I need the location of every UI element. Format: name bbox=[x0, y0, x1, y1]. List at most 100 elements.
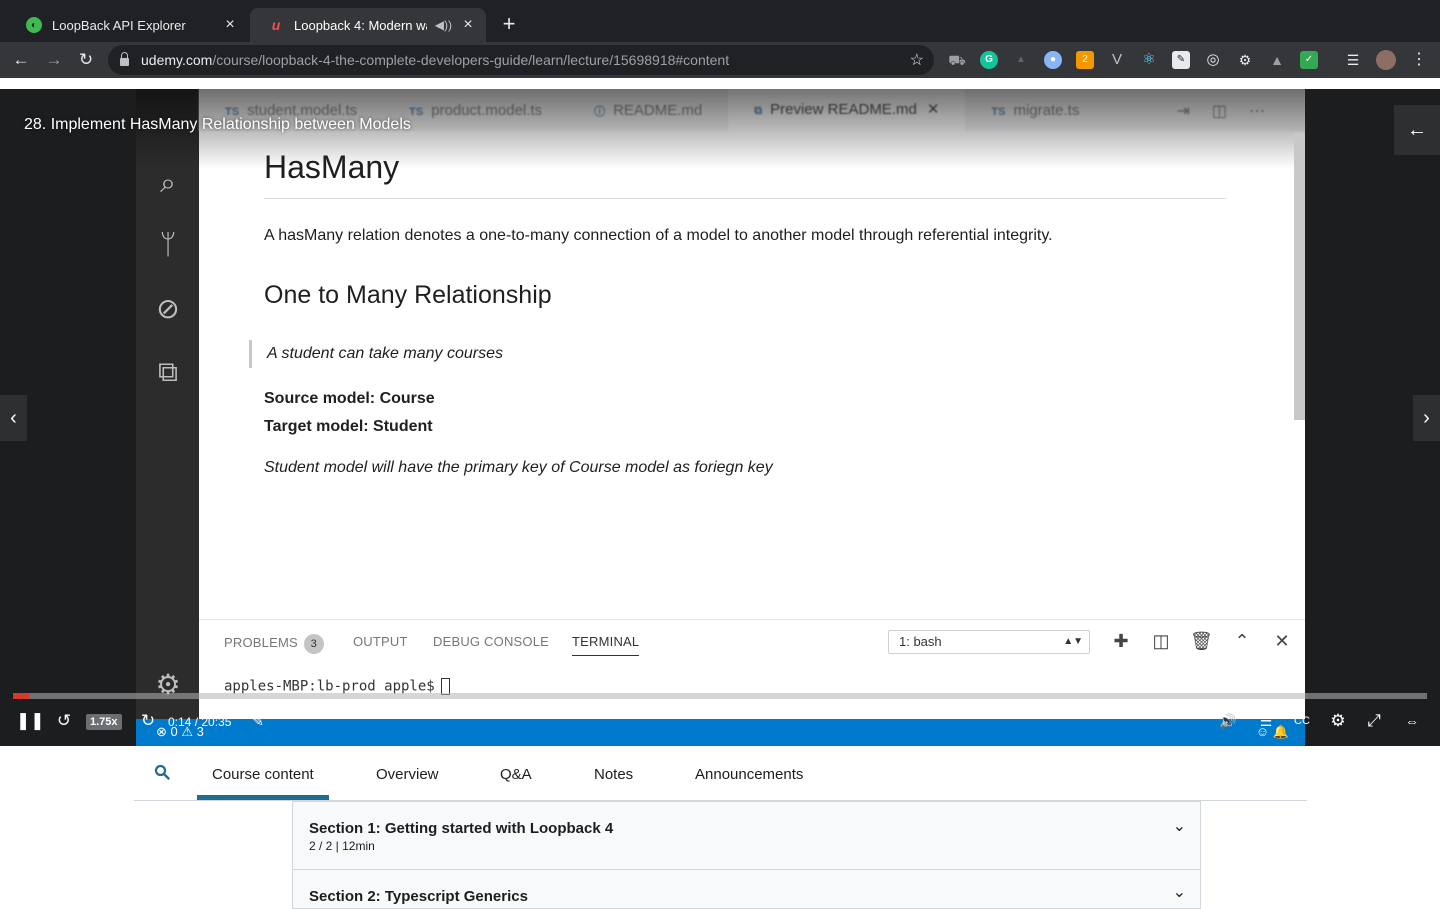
browser-toolbar: ← → ↻ udemy.com/course/loopback-4-the-co… bbox=[0, 42, 1440, 78]
vscode-activity-bar: ⌕ ᛘ ⊘ ⧉ ⚙ bbox=[136, 89, 199, 746]
markdown-preview: HasMany A hasMany relation denotes a one… bbox=[249, 149, 1226, 477]
progress-fill bbox=[13, 693, 29, 699]
editor-tab-active: ⧉ Preview README.md ✕ bbox=[728, 89, 966, 131]
browser-tab-bar: ◐ LoopBack API Explorer × u Loopback 4: … bbox=[0, 0, 1440, 42]
tab-course-content[interactable]: Course content bbox=[212, 766, 314, 783]
course-tabs: Course content Overview Q&A Notes Announ… bbox=[134, 746, 1307, 801]
section-meta: 2 / 2 | 12min bbox=[309, 839, 375, 853]
panel-tab-terminal: TERMINAL bbox=[572, 634, 640, 656]
terminal-select: 1: bash ▲▼ bbox=[888, 630, 1090, 654]
tab-overview[interactable]: Overview bbox=[376, 766, 439, 783]
chevron-down-icon[interactable]: ⌄ bbox=[1173, 882, 1186, 902]
pause-button[interactable]: ❚❚ bbox=[16, 707, 45, 735]
back-icon[interactable]: ← bbox=[10, 49, 32, 71]
source-control-icon: ᛘ bbox=[159, 229, 177, 260]
tab-title: Loopback 4: Modern ways bbox=[294, 17, 427, 33]
tab-qa[interactable]: Q&A bbox=[500, 766, 532, 783]
plus-icon: ✚ bbox=[1113, 631, 1129, 651]
reload-icon[interactable]: ↻ bbox=[75, 49, 97, 71]
address-bar[interactable]: udemy.com/course/loopback-4-the-complete… bbox=[108, 45, 934, 75]
avatar[interactable] bbox=[1376, 50, 1396, 70]
close-icon: ✕ bbox=[1274, 631, 1290, 651]
chevron-down-icon[interactable]: ⌄ bbox=[1173, 816, 1186, 836]
panel-tab-debug: DEBUG CONSOLE bbox=[433, 634, 550, 649]
editor-actions-icon: ⇥◫⋯ bbox=[1176, 103, 1287, 120]
active-tab-indicator bbox=[197, 795, 329, 800]
panel-tab-problems: PROBLEMS 3 bbox=[224, 634, 324, 654]
speaker-icon[interactable]: ◀)) bbox=[435, 18, 452, 32]
search-icon[interactable] bbox=[154, 764, 170, 780]
preview-target: Target model: Student bbox=[264, 418, 433, 435]
section-title: Section 2: Typescript Generics bbox=[309, 888, 528, 905]
expand-sidebar-button[interactable]: ← bbox=[1394, 105, 1440, 155]
transcript-icon[interactable]: ☰ bbox=[1254, 707, 1278, 735]
split-icon: ◫ bbox=[1152, 631, 1170, 651]
extensions-icon: ⧉ bbox=[158, 356, 178, 387]
vue-extension-icon[interactable]: V bbox=[1108, 51, 1126, 69]
preview-scrollbar bbox=[1294, 133, 1305, 420]
browser-tab-udemy[interactable]: u Loopback 4: Modern ways ◀)) × bbox=[250, 8, 486, 42]
preview-subheading: One to Many Relationship bbox=[264, 281, 552, 309]
extension-circle-icon[interactable]: ● bbox=[1044, 51, 1062, 69]
chevron-up-icon: ⌃ bbox=[1234, 631, 1250, 651]
terminal-panel: PROBLEMS 3 OUTPUT DEBUG CONSOLE TERMINAL … bbox=[199, 619, 1305, 719]
preview-source: Source model: Course bbox=[264, 390, 435, 407]
extension-triangle-icon[interactable]: ▲ bbox=[1012, 51, 1030, 69]
captions-icon[interactable]: CC bbox=[1290, 707, 1314, 735]
extension-badge-icon[interactable]: 2 bbox=[1076, 51, 1094, 69]
settings-icon[interactable]: ⚙ bbox=[1326, 707, 1350, 735]
lock-icon bbox=[120, 52, 129, 66]
bookmark-star-icon[interactable]: ☆ bbox=[910, 50, 924, 70]
udemy-favicon-icon: u bbox=[271, 17, 281, 33]
theater-mode-icon[interactable]: ⇔ bbox=[1398, 707, 1426, 735]
grammarly-extension-icon[interactable]: G bbox=[980, 51, 998, 69]
playback-time: 0:14 / 20:35 bbox=[168, 715, 232, 729]
target-extension-icon[interactable]: ◎ bbox=[1204, 51, 1222, 69]
forward-icon[interactable]: → bbox=[43, 49, 65, 71]
panel-tab-output: OUTPUT bbox=[353, 634, 408, 649]
trash-icon: 🗑 bbox=[1190, 631, 1213, 651]
menu-kebab-icon[interactable]: ⋮ bbox=[1410, 51, 1428, 69]
debug-icon: ⊘ bbox=[156, 293, 180, 324]
rewind-button[interactable]: ↺ bbox=[52, 707, 76, 735]
video-progress-bar[interactable] bbox=[13, 693, 1427, 699]
tab-notes[interactable]: Notes bbox=[594, 766, 633, 783]
gear-extension-icon[interactable]: ⚙ bbox=[1236, 51, 1254, 69]
previous-lecture-button[interactable]: ‹ bbox=[0, 395, 27, 441]
preview-intro: A hasMany relation denotes a one-to-many… bbox=[264, 227, 1053, 244]
video-frame[interactable]: ⌕ ᛘ ⊘ ⧉ ⚙ TS student.model.ts TS product.m… bbox=[136, 89, 1305, 746]
editor-tab: TS migrate.ts bbox=[991, 101, 1080, 119]
tab-announcements[interactable]: Announcements bbox=[695, 766, 803, 783]
check-extension-icon[interactable]: ✓ bbox=[1300, 51, 1318, 69]
search-icon: ⌕ bbox=[160, 167, 176, 198]
course-section[interactable]: Section 2: Typescript Generics ⌄ bbox=[292, 869, 1201, 909]
react-extension-icon[interactable]: ⚛ bbox=[1140, 51, 1158, 69]
next-lecture-button[interactable]: › bbox=[1413, 395, 1440, 441]
browser-tab-loopback-explorer[interactable]: ◐ LoopBack API Explorer × bbox=[8, 8, 248, 42]
loopback-favicon-icon: ◐ bbox=[26, 17, 42, 33]
problems-badge: 3 bbox=[303, 634, 324, 654]
cart-extension-icon[interactable]: ⛟ bbox=[948, 51, 966, 69]
url-text: udemy.com/course/loopback-4-the-complete… bbox=[141, 52, 730, 68]
fullscreen-icon[interactable]: ⤢ bbox=[1362, 707, 1386, 735]
playback-speed-button[interactable]: 1.75x bbox=[86, 714, 122, 730]
course-section[interactable]: Section 1: Getting started with Loopback… bbox=[292, 801, 1201, 870]
editor-tab: ⓘ README.md bbox=[594, 101, 703, 119]
video-player[interactable]: ⌕ ᛘ ⊘ ⧉ ⚙ TS student.model.ts TS product.m… bbox=[0, 89, 1440, 746]
close-icon: ✕ bbox=[926, 101, 940, 118]
new-tab-button[interactable]: + bbox=[498, 13, 520, 35]
forward-button[interactable]: ↻ bbox=[138, 707, 158, 735]
preview-heading: HasMany bbox=[264, 149, 1226, 199]
preview-quote: A student can take many courses bbox=[249, 340, 1226, 368]
add-note-icon[interactable]: ✎ bbox=[248, 707, 268, 735]
section-title: Section 1: Getting started with Loopback… bbox=[309, 820, 614, 837]
playlist-icon[interactable]: ☰ bbox=[1344, 51, 1362, 69]
close-tab-icon[interactable]: × bbox=[222, 16, 238, 34]
preview-note: Student model will have the primary key … bbox=[264, 459, 773, 476]
drive-extension-icon[interactable]: ▲ bbox=[1268, 51, 1286, 69]
lecture-title: 28. Implement HasMany Relationship betwe… bbox=[24, 116, 411, 133]
volume-icon[interactable]: 🔊 bbox=[1216, 707, 1240, 735]
tab-title: LoopBack API Explorer bbox=[52, 17, 186, 33]
close-tab-icon[interactable]: × bbox=[460, 16, 476, 34]
extension-square-icon[interactable]: ✎ bbox=[1172, 51, 1190, 69]
